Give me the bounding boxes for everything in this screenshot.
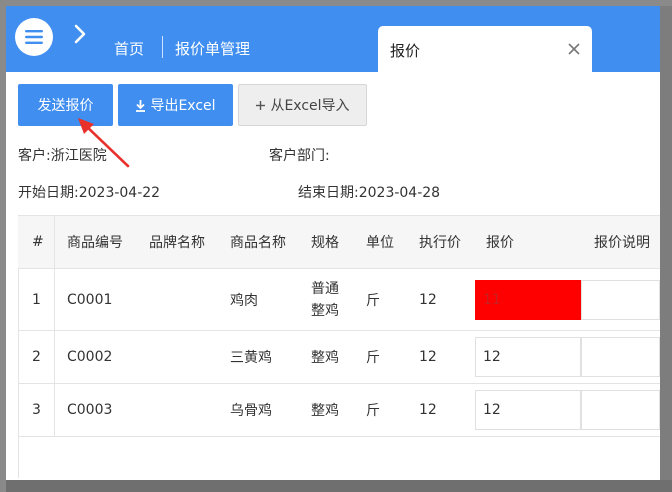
app-window: 首页 报价单管理 报价 发送报价 导出Excel 从Excel导入 客户:浙江医… (6, 6, 660, 480)
breadcrumb-quote-management[interactable]: 报价单管理 (175, 38, 250, 59)
row-spec-line2: 整鸡 (311, 302, 339, 319)
index-column-divider (54, 384, 55, 436)
tab-quote[interactable]: 报价 (378, 26, 592, 72)
quote-note-input[interactable] (581, 280, 660, 320)
column-header-quote: 报价 (486, 235, 514, 251)
row-unit: 斤 (366, 292, 380, 309)
quote-price-input[interactable]: 12 (475, 337, 581, 377)
row-exec-price: 12 (419, 402, 437, 418)
column-header-brand: 品牌名称 (149, 235, 205, 251)
row-exec-price: 12 (419, 291, 437, 308)
window-shadow-right (660, 6, 672, 486)
menu-button[interactable] (15, 18, 53, 56)
start-date-label: 开始日期: (18, 185, 79, 201)
end-date-value: 2023-04-28 (358, 185, 441, 201)
tab-quote-label: 报价 (390, 42, 421, 60)
row-spec: 整鸡 (311, 350, 339, 366)
send-quote-button[interactable]: 发送报价 (18, 84, 113, 126)
end-date-label: 结束日期: (298, 185, 359, 201)
quote-price-input[interactable]: 11 (475, 280, 581, 320)
row-code: C0003 (67, 402, 113, 418)
import-excel-button[interactable]: 从Excel导入 (238, 84, 367, 126)
row-index: 2 (32, 349, 41, 365)
table-header-row: # 商品编号 品牌名称 商品名称 规格 单位 执行价 报价 报价说明 (18, 215, 660, 269)
row-name: 三黄鸡 (230, 350, 272, 366)
customer-field: 客户:浙江医院 (18, 145, 107, 165)
row-code: C0001 (67, 291, 113, 308)
breadcrumb-home[interactable]: 首页 (114, 38, 144, 59)
window-shadow-bottom (6, 480, 672, 492)
close-icon[interactable] (567, 42, 581, 56)
column-header-exec-price: 执行价 (419, 235, 461, 251)
row-spec-line1: 普通 (311, 280, 339, 297)
table-row: 1 C0001 鸡肉 普通 整鸡 斤 12 11 (18, 269, 660, 331)
row-exec-price: 12 (419, 349, 437, 365)
customer-dept-field: 客户部门: (269, 145, 330, 165)
column-header-note: 报价说明 (594, 235, 650, 251)
index-column-divider (54, 216, 55, 268)
quote-note-input[interactable] (581, 390, 660, 430)
table-row: 3 C0003 乌骨鸡 整鸡 斤 12 12 (18, 384, 660, 437)
quote-note-input[interactable] (581, 337, 660, 377)
send-quote-label: 发送报价 (37, 98, 94, 114)
end-date-field: 结束日期:2023-04-28 (298, 182, 440, 202)
top-navigation-bar: 首页 报价单管理 报价 (6, 6, 660, 72)
chevron-right-icon[interactable] (68, 22, 92, 46)
quote-price-input[interactable]: 12 (475, 390, 581, 430)
start-date-field: 开始日期:2023-04-22 (18, 182, 160, 202)
column-header-spec: 规格 (311, 235, 339, 251)
row-unit: 斤 (366, 403, 380, 419)
export-excel-label: 导出Excel (150, 98, 216, 114)
column-header-name: 商品名称 (230, 235, 286, 251)
row-name: 乌骨鸡 (230, 403, 272, 419)
import-excel-label: 从Excel导入 (270, 98, 350, 114)
row-spec: 普通 整鸡 (311, 269, 339, 330)
column-header-unit: 单位 (366, 235, 394, 251)
row-index: 1 (32, 291, 41, 308)
start-date-value: 2023-04-22 (78, 185, 161, 201)
column-header-index: # (32, 234, 44, 250)
customer-label: 客户: (18, 148, 51, 164)
customer-value: 浙江医院 (50, 148, 107, 164)
column-header-code: 商品编号 (67, 235, 123, 251)
row-spec: 整鸡 (311, 403, 339, 419)
hamburger-menu-icon (25, 30, 43, 44)
breadcrumb-divider (162, 36, 163, 58)
row-code: C0002 (67, 349, 113, 365)
row-unit: 斤 (366, 350, 380, 366)
plus-icon (256, 100, 266, 110)
index-column-divider (54, 269, 55, 330)
customer-dept-label: 客户部门: (269, 148, 330, 164)
row-index: 3 (32, 402, 41, 418)
export-excel-button[interactable]: 导出Excel (118, 84, 233, 126)
download-icon (136, 99, 146, 112)
row-name: 鸡肉 (230, 292, 258, 309)
index-column-divider (54, 331, 55, 383)
table-row: 2 C0002 三黄鸡 整鸡 斤 12 12 (18, 331, 660, 384)
